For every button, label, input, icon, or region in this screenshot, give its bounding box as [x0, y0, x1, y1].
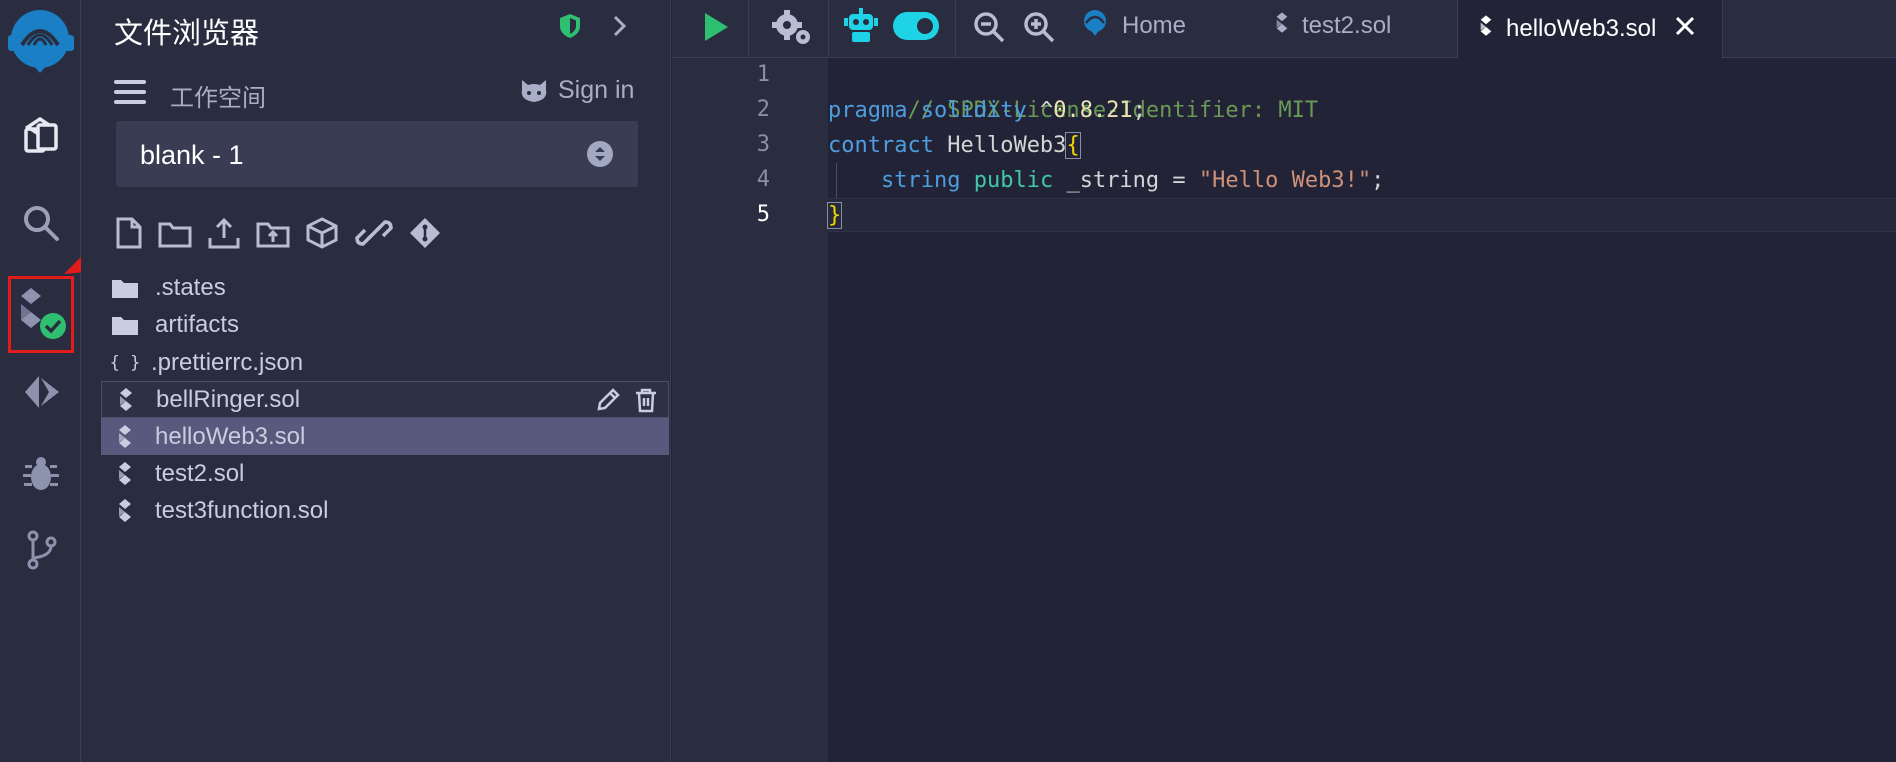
- link-icon[interactable]: [353, 216, 395, 255]
- string-token: "Hello Web3!": [1198, 168, 1372, 193]
- panel-title: 文件浏览器: [114, 18, 260, 50]
- current-line-highlight: [828, 198, 1896, 232]
- file-name: helloWeb3.sol: [155, 422, 306, 450]
- tab-home[interactable]: Home: [1080, 0, 1246, 52]
- sign-in-label: Sign in: [558, 76, 635, 104]
- edit-pencil-icon[interactable]: [595, 387, 621, 420]
- run-play-icon[interactable]: [700, 10, 732, 49]
- brace-token: }: [826, 202, 843, 229]
- folder-icon: [105, 314, 145, 336]
- annotation-highlight-box: [8, 276, 74, 353]
- contract-name-token: HelloWeb3: [947, 133, 1067, 158]
- line-number: 1: [756, 62, 770, 87]
- tab-label: helloWeb3.sol: [1506, 15, 1657, 42]
- brace-token: {: [1065, 132, 1081, 159]
- line-number: 3: [756, 132, 770, 157]
- remix-logo-icon[interactable]: [0, 4, 81, 80]
- file-explorer-panel: 文件浏览器 工作空间 Sign in blank - 1 .states art…: [81, 0, 671, 762]
- zoom-in-icon[interactable]: [1022, 10, 1056, 49]
- file-name: test3function.sol: [155, 496, 329, 524]
- list-item[interactable]: bellRinger.sol: [101, 381, 669, 418]
- type-token: string: [880, 168, 961, 193]
- new-file-icon[interactable]: [114, 216, 144, 255]
- hamburger-menu-icon[interactable]: [114, 78, 146, 111]
- line-number: 2: [756, 97, 770, 122]
- ai-copilot-robot-icon[interactable]: [844, 8, 878, 49]
- list-item[interactable]: { } .prettierrc.json: [101, 344, 669, 381]
- code-line-2[interactable]: pragma solidity ^0.8.21;: [828, 93, 1146, 128]
- tab-test2-sol[interactable]: test2.sol: [1262, 0, 1438, 52]
- zoom-out-icon[interactable]: [972, 10, 1006, 49]
- icon-rail: [0, 0, 81, 762]
- variable-token: _string =: [1066, 168, 1186, 193]
- keyword-token: solidity: [920, 98, 1027, 123]
- workspace-select[interactable]: blank - 1: [116, 121, 638, 187]
- solidity-file-icon: [1478, 14, 1494, 45]
- caret-token: ^: [1039, 98, 1054, 123]
- deploy-run-icon[interactable]: [0, 370, 81, 414]
- editor-area: Home test2.sol helloWeb3.sol 1 2 3 4 5 /…: [672, 0, 1896, 762]
- new-folder-icon[interactable]: [157, 216, 193, 255]
- cube-icon[interactable]: [304, 216, 340, 255]
- tab-label: Home: [1122, 12, 1187, 39]
- remix-home-icon: [1080, 9, 1110, 44]
- workspace-label: 工作空间: [170, 85, 266, 112]
- solidity-file-icon: [105, 424, 145, 450]
- list-item[interactable]: test2.sol: [101, 455, 669, 492]
- file-toolbar: [114, 216, 455, 255]
- keyword-token: pragma: [828, 98, 908, 123]
- line-number-gutter: 1 2 3 4 5: [672, 58, 828, 762]
- git-branch-icon[interactable]: [0, 528, 81, 572]
- solidity-file-icon: [105, 461, 145, 487]
- tab-label: test2.sol: [1302, 12, 1392, 39]
- solidity-file-icon: [105, 498, 145, 524]
- json-braces-icon: { }: [109, 352, 141, 373]
- upload-folder-icon[interactable]: [255, 216, 291, 255]
- code-line-5[interactable]: }: [826, 198, 843, 233]
- compile-settings-gear-icon[interactable]: [771, 8, 813, 51]
- code-line-4[interactable]: string public _string = "Hello Web3!";: [828, 163, 1384, 198]
- solidity-file-icon: [1274, 11, 1290, 42]
- github-icon: [521, 79, 547, 102]
- select-updown-icon: [587, 141, 613, 167]
- visibility-token: public: [973, 168, 1054, 193]
- editor-topbar: Home test2.sol helloWeb3.sol: [672, 0, 1896, 58]
- row-actions: [595, 387, 658, 420]
- semicolon-token: ;: [1371, 168, 1385, 193]
- file-name: test2.sol: [155, 459, 245, 487]
- solidity-file-icon: [106, 387, 146, 413]
- file-name: .prettierrc.json: [151, 348, 304, 376]
- tab-helloweb3-sol[interactable]: helloWeb3.sol: [1458, 0, 1722, 58]
- keyword-token: contract: [828, 133, 934, 158]
- code-line-1[interactable]: // SPDX-License-Identifier: MIT: [828, 58, 1318, 123]
- git-clone-icon[interactable]: [408, 216, 442, 255]
- trash-icon[interactable]: [634, 387, 658, 420]
- shield-icon[interactable]: [558, 12, 582, 45]
- code-line-3[interactable]: contract HelloWeb3{: [828, 128, 1081, 163]
- folder-icon: [105, 277, 145, 299]
- close-tab-icon[interactable]: [1674, 15, 1696, 44]
- sign-in-button[interactable]: Sign in: [518, 76, 634, 105]
- file-name: bellRinger.sol: [156, 385, 301, 413]
- list-item[interactable]: artifacts: [101, 306, 669, 343]
- upload-file-icon[interactable]: [206, 216, 242, 255]
- workspace-select-value: blank - 1: [140, 140, 244, 170]
- line-number: 5: [756, 202, 770, 227]
- file-name: artifacts: [155, 310, 240, 338]
- debugger-bug-icon[interactable]: [0, 452, 81, 496]
- file-name: .states: [155, 273, 226, 301]
- copilot-toggle-switch[interactable]: [893, 12, 939, 45]
- version-token: 0.8.21: [1053, 98, 1133, 123]
- chevron-right-icon[interactable]: [611, 14, 629, 43]
- file-explorer-icon[interactable]: [0, 114, 81, 158]
- list-item[interactable]: test3function.sol: [101, 492, 669, 529]
- remix-ide-window: 文件浏览器 工作空间 Sign in blank - 1 .states art…: [0, 0, 1896, 762]
- list-item[interactable]: .states: [101, 269, 669, 306]
- semicolon-token: ;: [1132, 98, 1146, 123]
- line-number: 4: [756, 167, 770, 192]
- list-item[interactable]: helloWeb3.sol: [101, 418, 669, 455]
